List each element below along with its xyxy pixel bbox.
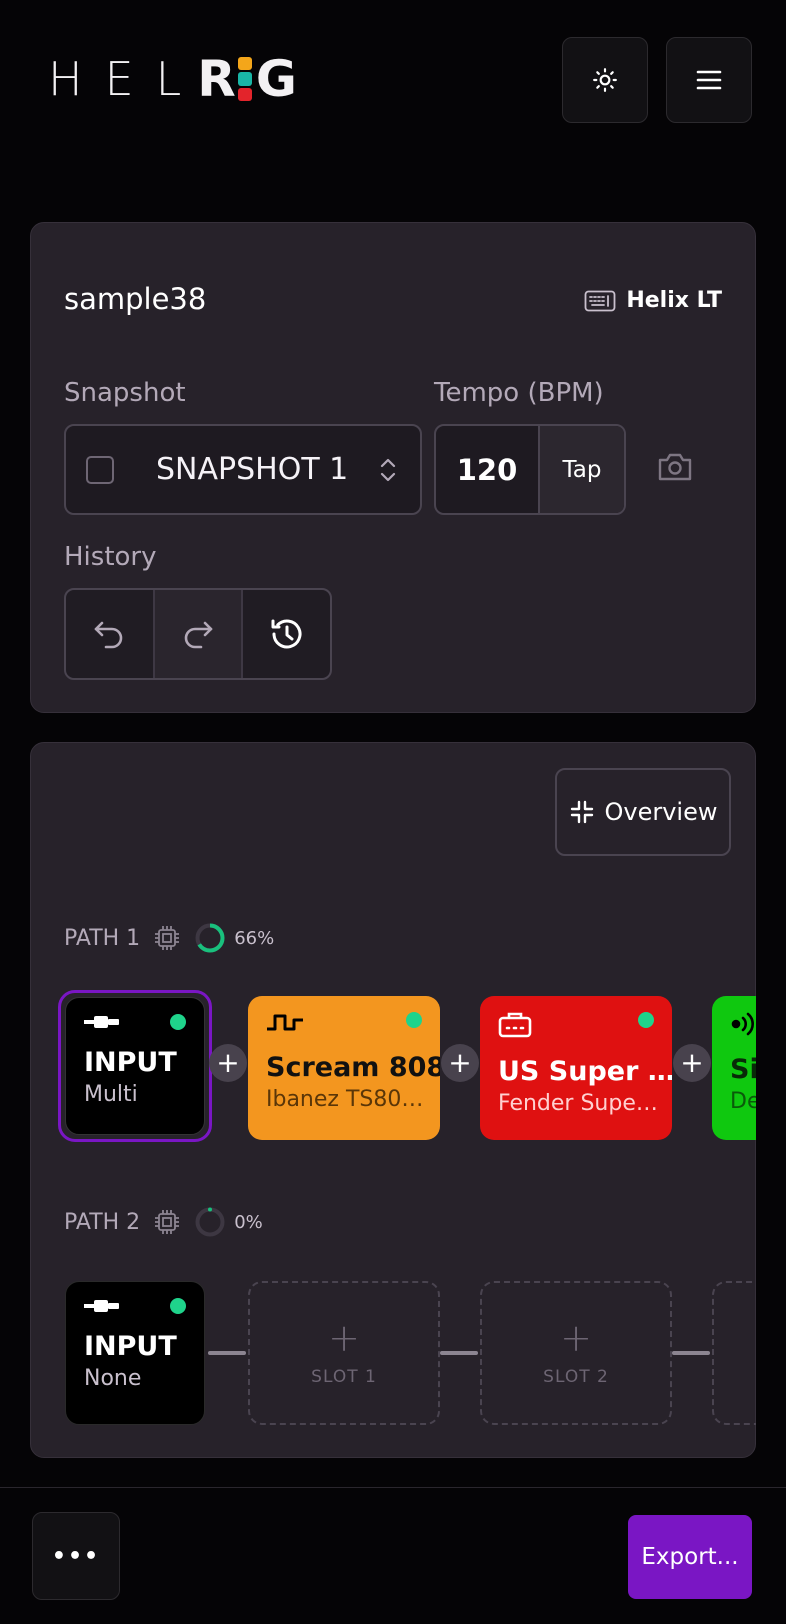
theme-toggle-button[interactable] (562, 37, 648, 123)
plus-icon: + (560, 1316, 592, 1360)
path2-input-block[interactable]: INPUT None (65, 1281, 205, 1425)
path1-block-partial[interactable]: Si De (712, 996, 756, 1140)
path1-header: PATH 1 66% (64, 922, 274, 954)
slot-label: SLOT 1 (311, 1367, 377, 1387)
block-name: Si (730, 1054, 756, 1085)
input-jack-icon (84, 1300, 119, 1312)
history-list-button[interactable] (241, 590, 330, 678)
logo-colored-i (237, 57, 252, 101)
amp-icon (498, 1012, 532, 1038)
block-name: Scream 808 (266, 1052, 440, 1083)
more-options-button[interactable]: ••• (32, 1512, 120, 1600)
footer-divider (0, 1487, 786, 1488)
signal-wire (208, 1351, 246, 1355)
empty-slot-1[interactable]: + SLOT 1 (248, 1281, 440, 1425)
path2-label: PATH 2 (64, 1209, 141, 1235)
chip-icon (155, 926, 180, 950)
dsp-usage-ring (195, 923, 225, 953)
app-logo: HEL R G (48, 50, 297, 108)
history-controls (64, 588, 332, 680)
redo-button[interactable] (152, 590, 242, 678)
block-status-led[interactable] (170, 1014, 186, 1030)
slot-label: SLOT 2 (543, 1367, 609, 1387)
block-model: Fender Supe… (498, 1091, 658, 1116)
undo-icon (95, 621, 123, 649)
signal-wire (672, 1351, 710, 1355)
snapshot-checkbox[interactable] (86, 455, 114, 484)
add-block-button[interactable]: + (673, 1044, 711, 1082)
overview-button[interactable]: Overview (555, 768, 731, 856)
empty-slot-2[interactable]: + SLOT 2 (480, 1281, 672, 1425)
tap-tempo-button[interactable]: Tap (538, 426, 624, 513)
dsp-usage-ring (195, 1207, 225, 1237)
block-model: Multi (84, 1082, 138, 1107)
add-block-button[interactable]: + (209, 1044, 247, 1082)
block-status-led[interactable] (406, 1012, 422, 1028)
tempo-input[interactable]: 120 (436, 426, 538, 513)
camera-icon (658, 453, 692, 481)
path1-chain: INPUT Multi + Scream 808 Ibanez TS80… + … (30, 980, 756, 1150)
block-name: INPUT (84, 1331, 177, 1362)
tempo-label: Tempo (BPM) (434, 378, 604, 408)
undo-button[interactable] (66, 590, 153, 678)
logo-letter-r: R (197, 50, 236, 108)
path2-chain: INPUT None + SLOT 1 + SLOT 2 (30, 1265, 756, 1435)
block-name: US Super … (498, 1056, 672, 1087)
path1-dsp-percent: 66% (234, 927, 275, 949)
path1-input-block[interactable]: INPUT Multi (65, 997, 205, 1135)
add-block-button[interactable]: + (441, 1044, 479, 1082)
snapshot-label: Snapshot (64, 378, 186, 408)
logo-text-bold: R G (197, 50, 297, 108)
distortion-wave-icon (267, 1014, 303, 1031)
path1-block-scream808[interactable]: Scream 808 Ibanez TS80… (248, 996, 440, 1140)
wireless-icon (731, 1012, 754, 1036)
hamburger-icon (696, 70, 722, 90)
path1-label: PATH 1 (64, 925, 141, 951)
history-icon (271, 619, 302, 649)
block-status-led[interactable] (170, 1298, 186, 1314)
signal-wire (440, 1351, 478, 1355)
snapshot-camera-button[interactable] (656, 450, 694, 488)
block-model: None (84, 1366, 142, 1391)
history-label: History (64, 542, 157, 572)
block-name: INPUT (84, 1047, 177, 1078)
sun-icon (593, 68, 617, 92)
device-indicator: Helix LT (584, 288, 722, 313)
path2-header: PATH 2 0% (64, 1206, 263, 1238)
overview-label: Overview (604, 798, 718, 826)
export-button[interactable]: Export... (628, 1515, 752, 1599)
block-model: Ibanez TS80… (266, 1087, 424, 1112)
input-jack-icon (84, 1016, 119, 1028)
empty-slot-3[interactable] (712, 1281, 756, 1425)
chevron-updown-icon (380, 458, 396, 481)
preset-name[interactable]: sample38 (64, 282, 206, 316)
keyboard-device-icon (584, 290, 616, 311)
block-status-led[interactable] (638, 1012, 654, 1028)
device-name: Helix LT (626, 288, 722, 313)
menu-button[interactable] (666, 37, 752, 123)
snapshot-value: SNAPSHOT 1 (156, 452, 349, 487)
snapshot-select[interactable]: SNAPSHOT 1 (64, 424, 422, 515)
path1-block-us-super[interactable]: US Super … Fender Supe… (480, 996, 672, 1140)
logo-letter-g: G (255, 50, 297, 108)
tempo-control: 120 Tap (434, 424, 626, 515)
chip-icon (155, 1210, 180, 1234)
path2-dsp-percent: 0% (234, 1211, 263, 1233)
logo-text-thin: HEL (48, 52, 204, 106)
redo-icon (184, 621, 213, 649)
collapse-icon (570, 800, 593, 824)
plus-icon: + (328, 1316, 360, 1360)
block-model: De (730, 1089, 756, 1114)
